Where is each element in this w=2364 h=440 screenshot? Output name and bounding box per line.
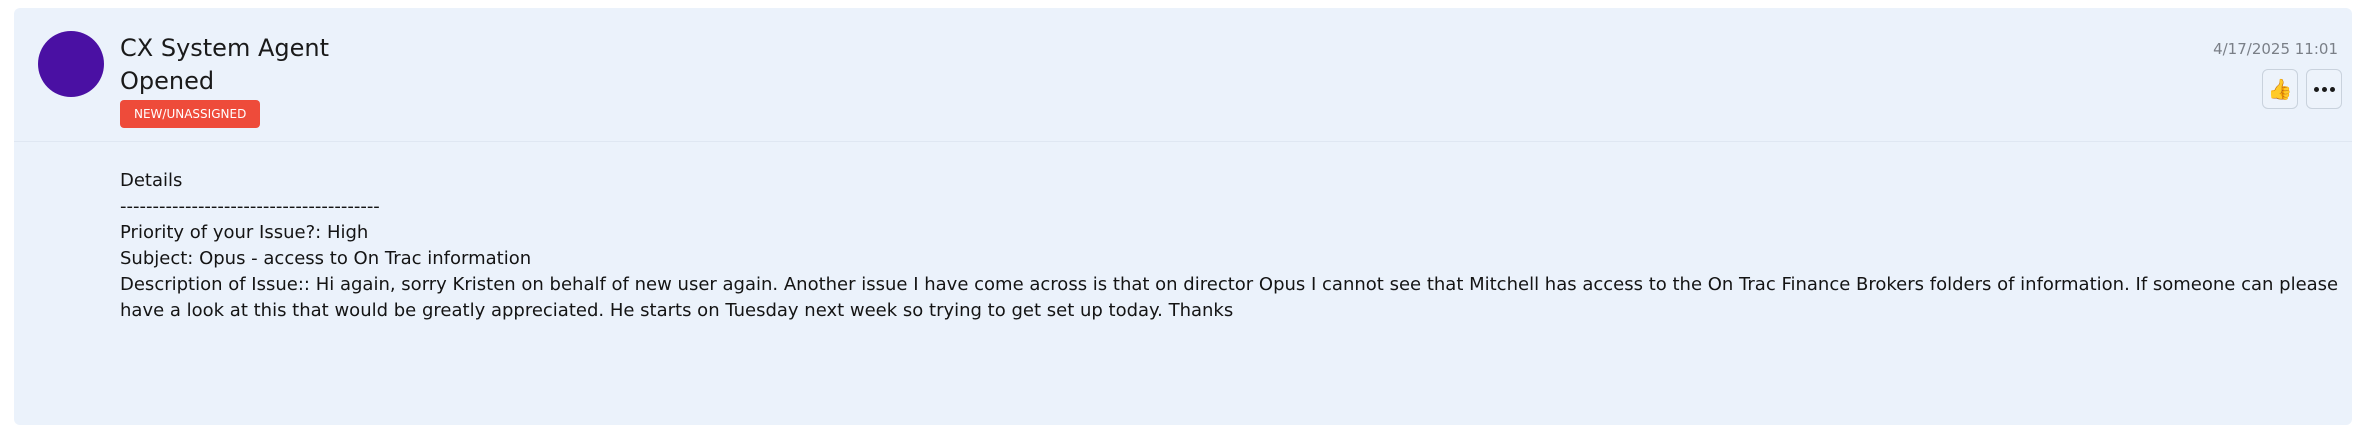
details-heading: Details [120, 170, 183, 191]
more-options-button[interactable] [2306, 69, 2342, 109]
divider-line: ---------------------------------------- [120, 196, 380, 217]
message-card: CX System Agent Opened NEW/UNASSIGNED 4/… [14, 8, 2352, 425]
priority-line: Priority of your Issue?: High [120, 222, 369, 243]
subject-line: Subject: Opus - access to On Trac inform… [120, 248, 532, 269]
message-header: CX System Agent Opened NEW/UNASSIGNED 4/… [14, 8, 2352, 142]
status-text: Opened [120, 67, 215, 95]
thumbs-up-icon: 👍 [2267, 77, 2293, 101]
status-badge: NEW/UNASSIGNED [120, 100, 261, 128]
avatar [38, 31, 104, 97]
description-text: Description of Issue:: Hi again, sorry K… [120, 274, 2339, 321]
sender-name: CX System Agent [120, 34, 329, 62]
more-horizontal-icon [2313, 86, 2335, 92]
message-body: Details --------------------------------… [120, 168, 2345, 324]
timestamp: 4/17/2025 11:01 [2213, 40, 2338, 58]
like-button[interactable]: 👍 [2262, 69, 2298, 109]
